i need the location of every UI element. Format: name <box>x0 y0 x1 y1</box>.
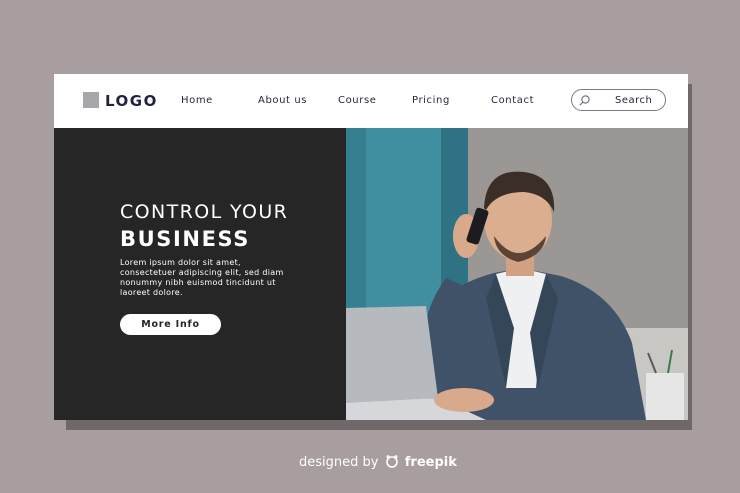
hero-title-line1: CONTROL YOUR <box>120 201 289 223</box>
nav-link-course[interactable]: Course <box>338 94 377 107</box>
more-info-button[interactable]: More Info <box>120 314 221 335</box>
nav-link-about-us[interactable]: About us <box>258 94 307 107</box>
freepik-logo-icon <box>385 455 398 468</box>
top-navbar: LOGO Home About us Course Pricing Contac… <box>54 74 688 128</box>
credit-brand[interactable]: freepik <box>405 455 457 470</box>
logo-text[interactable]: LOGO <box>105 92 158 110</box>
search-box[interactable]: Search <box>571 89 666 111</box>
search-icon <box>579 95 590 106</box>
nav-link-pricing[interactable]: Pricing <box>412 94 450 107</box>
credit-prefix: designed by <box>299 455 379 470</box>
businessman-photo-illustration <box>346 128 688 420</box>
logo-square-icon <box>83 92 99 108</box>
hero-photo <box>346 128 688 420</box>
designed-by-credit: designed by freepik <box>299 454 457 472</box>
hero-title-line2: BUSINESS <box>120 227 251 251</box>
landing-page-card: LOGO Home About us Course Pricing Contac… <box>54 74 688 420</box>
nav-link-home[interactable]: Home <box>181 94 213 107</box>
hero-description: Lorem ipsum dolor sit amet, consectetuer… <box>120 258 284 297</box>
nav-link-contact[interactable]: Contact <box>491 94 534 107</box>
search-label: Search <box>615 95 653 106</box>
hero-panel: CONTROL YOUR BUSINESS Lorem ipsum dolor … <box>54 128 346 420</box>
